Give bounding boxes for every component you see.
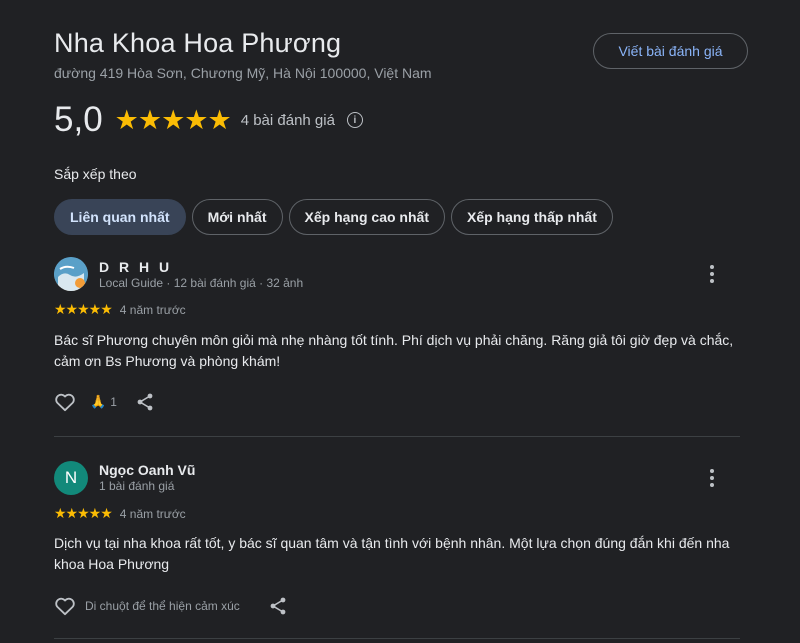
sort-chips: Liên quan nhất Mới nhất Xếp hạng cao nhấ… bbox=[54, 199, 613, 235]
divider bbox=[54, 436, 740, 437]
reaction-count: 1 bbox=[110, 395, 117, 409]
reviewer-name[interactable]: Ngọc Oanh Vũ bbox=[99, 462, 195, 478]
more-vert-icon[interactable] bbox=[700, 466, 724, 490]
review-actions: 🙏 1 bbox=[54, 391, 155, 413]
place-address: đường 419 Hòa Sơn, Chương Mỹ, Hà Nội 100… bbox=[54, 65, 432, 81]
review-item: N Ngọc Oanh Vũ 1 bài đánh giá ★★★★★ 4 nă… bbox=[54, 461, 740, 621]
review-stars: ★★★★★ bbox=[54, 301, 113, 317]
avatar[interactable]: N bbox=[54, 461, 88, 495]
review-count: 4 bài đánh giá bbox=[240, 111, 335, 129]
sort-chip-lowest[interactable]: Xếp hạng thấp nhất bbox=[450, 199, 613, 235]
divider bbox=[54, 638, 740, 639]
reaction-hint: Di chuột để thể hiện cảm xúc bbox=[85, 599, 240, 613]
review-item: D R H U Local Guide · 12 bài đánh giá · … bbox=[54, 257, 740, 417]
sort-label: Sắp xếp theo bbox=[54, 166, 137, 182]
review-time: 4 năm trước bbox=[119, 302, 186, 317]
write-review-button[interactable]: Viết bài đánh giá bbox=[593, 33, 748, 69]
review-text: Dịch vụ tại nha khoa rất tốt, y bác sĩ q… bbox=[54, 535, 730, 572]
sort-chip-highest[interactable]: Xếp hạng cao nhất bbox=[288, 199, 445, 235]
review-text: Bác sĩ Phương chuyên môn giỏi mà nhẹ nhà… bbox=[54, 332, 734, 369]
review-rating: ★★★★★ 4 năm trước bbox=[54, 505, 186, 522]
info-icon[interactable]: i bbox=[346, 112, 363, 128]
reaction-emoji: 🙏 bbox=[90, 394, 107, 409]
rating-stars: ★★★★★ bbox=[114, 104, 232, 135]
heart-icon[interactable] bbox=[54, 595, 76, 617]
more-vert-icon[interactable] bbox=[700, 262, 724, 286]
rating-score: 5,0 bbox=[54, 100, 103, 139]
review-time: 4 năm trước bbox=[119, 506, 186, 521]
share-icon[interactable] bbox=[135, 392, 155, 412]
reviewer-meta: Local Guide · 12 bài đánh giá · 32 ảnh bbox=[99, 276, 304, 290]
heart-icon[interactable] bbox=[54, 391, 76, 413]
review-actions: Di chuột để thể hiện cảm xúc bbox=[54, 595, 288, 617]
reviewer-name[interactable]: D R H U bbox=[99, 259, 172, 275]
share-icon[interactable] bbox=[268, 596, 288, 616]
sort-chip-relevant[interactable]: Liên quan nhất bbox=[54, 199, 186, 235]
sort-chip-newest[interactable]: Mới nhất bbox=[191, 199, 283, 235]
review-rating: ★★★★★ 4 năm trước bbox=[54, 301, 186, 318]
review-stars: ★★★★★ bbox=[54, 505, 113, 521]
place-title: Nha Khoa Hoa Phương bbox=[54, 28, 342, 58]
avatar[interactable] bbox=[54, 257, 88, 291]
rating-summary: 5,0 ★★★★★ 4 bài đánh giá i bbox=[54, 100, 363, 140]
reviewer-meta: 1 bài đánh giá bbox=[99, 479, 175, 493]
